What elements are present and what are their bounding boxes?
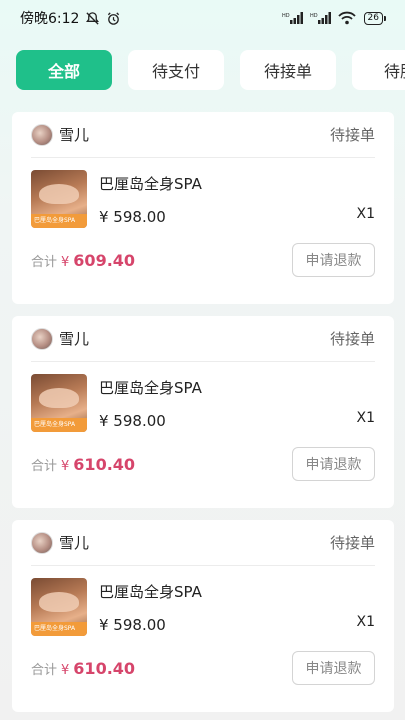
wifi-icon (337, 11, 356, 25)
product-thumbnail: 巴厘岛全身SPA (31, 170, 87, 228)
svg-text:HD: HD (282, 13, 290, 19)
order-header: 雪儿 待接单 (31, 316, 375, 362)
avatar (31, 123, 53, 146)
order-status: 待接单 (329, 534, 375, 552)
refund-button[interactable]: 申请退款 (292, 447, 375, 481)
product-price: ¥ 598.00 (99, 616, 166, 634)
username: 雪儿 (59, 126, 90, 144)
product-quantity: X1 (356, 614, 376, 630)
thumbnail-label: 巴厘岛全身SPA (31, 622, 87, 636)
svg-text:HD: HD (310, 13, 318, 19)
tab-pending-payment[interactable]: 待支付 (128, 50, 224, 90)
order-product: 巴厘岛全身SPA 巴厘岛全身SPA ¥ 598.00 X1 (31, 170, 375, 228)
order-user: 雪儿 (31, 123, 90, 146)
signal-icon-1: HD (282, 11, 304, 25)
product-info: 巴厘岛全身SPA ¥ 598.00 X1 (99, 170, 375, 228)
order-total: 合计 ¥ 610.40 (31, 659, 135, 678)
thumbnail-figure (39, 184, 79, 204)
order-footer: 合计 ¥ 610.40 申请退款 (31, 447, 375, 481)
mute-icon (85, 11, 100, 26)
thumbnail-label: 巴厘岛全身SPA (31, 418, 87, 432)
product-quantity: X1 (356, 410, 376, 426)
thumbnail-label: 巴厘岛全身SPA (31, 214, 87, 228)
total-currency: ¥ (61, 662, 70, 678)
product-name: 巴厘岛全身SPA (99, 379, 202, 397)
product-price: ¥ 598.00 (99, 208, 166, 226)
product-thumbnail: 巴厘岛全身SPA (31, 578, 87, 636)
refund-button[interactable]: 申请退款 (292, 243, 375, 277)
order-user: 雪儿 (31, 531, 90, 554)
total-amount: 609.40 (73, 250, 136, 270)
status-left: 傍晚6:12 (20, 8, 121, 28)
order-header: 雪儿 待接单 (31, 112, 375, 158)
product-quantity: X1 (356, 206, 376, 222)
battery-icon: 26 (363, 11, 387, 25)
tab-pending-accept[interactable]: 待接单 (240, 50, 336, 90)
order-list: 雪儿 待接单 巴厘岛全身SPA 巴厘岛全身SPA ¥ 598.00 X1 合计 … (12, 112, 394, 720)
alarm-icon (106, 11, 121, 26)
order-card[interactable]: 雪儿 待接单 巴厘岛全身SPA 巴厘岛全身SPA ¥ 598.00 X1 合计 … (12, 112, 394, 304)
thumbnail-figure (39, 592, 79, 612)
order-footer: 合计 ¥ 609.40 申请退款 (31, 243, 375, 277)
avatar (31, 327, 53, 350)
product-price: ¥ 598.00 (99, 412, 166, 430)
status-right: HD HD 26 (282, 11, 387, 25)
product-name: 巴厘岛全身SPA (99, 583, 202, 601)
order-card[interactable]: 雪儿 待接单 巴厘岛全身SPA 巴厘岛全身SPA ¥ 598.00 X1 合计 … (12, 520, 394, 712)
total-label: 合计 (31, 254, 58, 270)
product-info: 巴厘岛全身SPA ¥ 598.00 X1 (99, 374, 375, 432)
total-currency: ¥ (61, 254, 70, 270)
username: 雪儿 (59, 330, 90, 348)
total-amount: 610.40 (73, 454, 136, 474)
tab-pending-service[interactable]: 待服 (352, 50, 405, 90)
thumbnail-figure (39, 388, 79, 408)
order-product: 巴厘岛全身SPA 巴厘岛全身SPA ¥ 598.00 X1 (31, 578, 375, 636)
product-name: 巴厘岛全身SPA (99, 175, 202, 193)
order-status: 待接单 (329, 330, 375, 348)
product-info: 巴厘岛全身SPA ¥ 598.00 X1 (99, 578, 375, 636)
order-tabs: 全部 待支付 待接单 待服 (16, 50, 405, 90)
refund-button[interactable]: 申请退款 (292, 651, 375, 685)
signal-icon-2: HD (310, 11, 332, 25)
avatar (31, 531, 53, 554)
order-footer: 合计 ¥ 610.40 申请退款 (31, 651, 375, 685)
order-status: 待接单 (329, 126, 375, 144)
order-card[interactable]: 雪儿 待接单 巴厘岛全身SPA 巴厘岛全身SPA ¥ 598.00 X1 合计 … (12, 316, 394, 508)
total-amount: 610.40 (73, 658, 136, 678)
order-total: 合计 ¥ 610.40 (31, 455, 135, 474)
order-header: 雪儿 待接单 (31, 520, 375, 566)
total-label: 合计 (31, 458, 58, 474)
username: 雪儿 (59, 534, 90, 552)
order-user: 雪儿 (31, 327, 90, 350)
product-thumbnail: 巴厘岛全身SPA (31, 374, 87, 432)
status-bar: 傍晚6:12 HD HD 26 (0, 0, 405, 36)
tab-all[interactable]: 全部 (16, 50, 112, 90)
status-time: 傍晚6:12 (20, 11, 80, 27)
order-product: 巴厘岛全身SPA 巴厘岛全身SPA ¥ 598.00 X1 (31, 374, 375, 432)
total-label: 合计 (31, 662, 58, 678)
order-total: 合计 ¥ 609.40 (31, 251, 135, 270)
total-currency: ¥ (61, 458, 70, 474)
